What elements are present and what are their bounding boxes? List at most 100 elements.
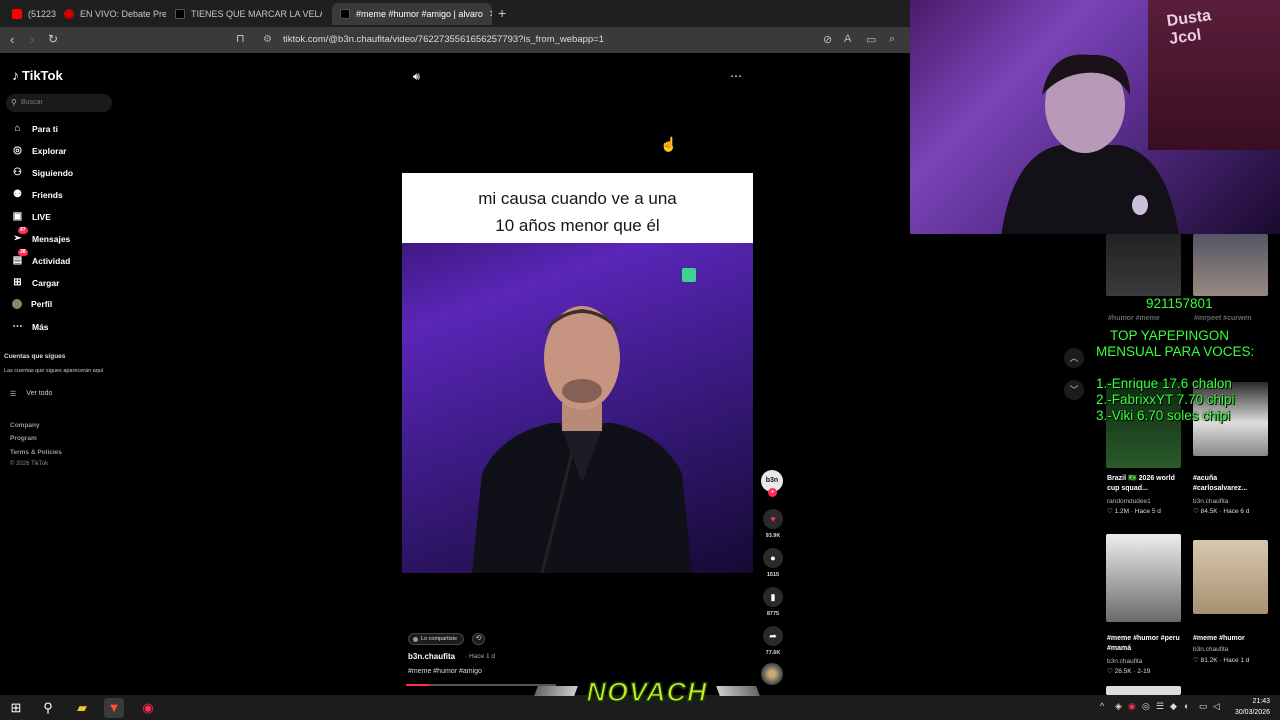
posted-time: · Hace 1 d [465,653,495,660]
nav-siguiendo[interactable]: ⚇ Siguiendo [12,167,73,178]
overlay-line: 3.-Viki 6.70 soles chipi [1096,408,1231,423]
nav-friends[interactable]: ⚉ Friends [12,189,63,200]
like-button[interactable]: ♥ 93.9K [762,509,784,539]
nav-actividad[interactable]: ▤ 38 Actividad [12,249,71,266]
author-username[interactable]: b3n.chaufita [408,652,455,661]
overlay-line [1096,360,1254,376]
related-title[interactable]: #humor #meme [1108,314,1188,324]
reload-icon[interactable]: ↻ [48,32,58,46]
volume-icon[interactable]: ◁ [1213,701,1220,712]
scroll-up-button[interactable]: ︿ [1064,348,1084,368]
translate-icon[interactable]: A [844,33,851,45]
url-field[interactable]: ⚙ tiktok.com/@b3n.chaufita/video/7622735… [255,30,905,50]
more-options-icon[interactable]: ⋯ [730,69,743,83]
obs-icon[interactable]: ◉ [138,698,158,718]
video-progress-bar[interactable] [406,684,556,686]
tray-app-icon[interactable]: ☰ [1156,701,1164,712]
nav-live[interactable]: ▣ LIVE [12,211,51,222]
nav-label: Más [32,321,49,332]
comment-icon: ● [763,548,783,568]
friends-icon: ⚉ [13,189,22,200]
nav-perfil[interactable]: Perfil [12,299,52,309]
follow-plus-icon[interactable]: + [768,488,777,497]
tray-app-icon[interactable]: ◆ [1170,701,1177,712]
close-icon[interactable]: ✕ [489,9,492,20]
mouse-cursor-icon: ☝ [660,136,678,152]
tab-tiktok-vela[interactable]: TIENES QUE MARCAR LA VELA CAR [167,3,322,25]
tray-app-icon[interactable]: ◎ [1142,701,1150,712]
related-thumb[interactable] [1106,534,1181,622]
repost-icon[interactable]: ⟲ [472,633,485,645]
overlay-line: 1.-Enrique 17.6 chalon [1096,376,1232,391]
share-button[interactable]: ➦ 77.6K [762,626,784,656]
zoom-icon[interactable]: ⌕ [889,33,895,46]
live-icon: ▣ [12,211,23,222]
file-explorer-icon[interactable]: ▰ [72,698,92,718]
tray-app-icon[interactable]: ◐ [1184,701,1189,711]
tab-debate[interactable]: EN VIVO: Debate Preside [56,3,166,25]
tab-label: #meme #humor #amigo | alvaro [356,9,483,19]
clock-date: 30/03/2026 [1234,709,1270,716]
footer-terms[interactable]: Terms & Policies [10,449,62,456]
comment-count: 1515 [766,572,780,578]
related-user[interactable]: b3n.chaufita [1107,658,1142,665]
youtube-icon [12,9,22,19]
nav-label: Para ti [32,123,58,134]
video-hashtags[interactable]: #meme #humor #amigo [408,668,482,675]
see-all-label: Ver todo [26,390,53,397]
footer-company[interactable]: Company [10,422,40,429]
site-info-icon[interactable]: ⚙ [263,30,272,50]
related-user[interactable]: b3n.chaufita [1193,498,1228,505]
comment-button[interactable]: ● 1515 [762,548,784,578]
nav-explorar[interactable]: ◎ Explorar [12,145,66,156]
music-disc-icon[interactable] [761,663,783,685]
nav-mensajes[interactable]: ➢ 97 Mensajes [12,227,70,244]
related-thumb[interactable] [1106,686,1181,695]
brave-browser-icon[interactable]: ▼ [104,698,124,718]
progress-fill [406,684,429,686]
related-thumb[interactable] [1193,540,1268,614]
nav-cargar[interactable]: ⊞ Cargar [12,277,59,288]
tiktok-logo[interactable]: ♪ TikTok [12,67,63,83]
following-icon: ⚇ [13,167,22,178]
shared-pill[interactable]: Lo compartiste [408,633,465,645]
tiktok-sidebar: ♪ TikTok ⚲ Buscar ⌂ Para ti ◎ Explorar ⚇ Si… [0,53,120,695]
nav-label: Actividad [32,255,71,266]
bookmark-icon[interactable]: ⊓ [236,32,245,45]
video-player[interactable]: mi causa cuando ve a una 10 años menor q… [402,173,753,573]
tray-chevron-icon[interactable]: ^ [1100,701,1104,711]
related-thumb[interactable] [1193,234,1268,296]
network-icon[interactable]: ▭ [1199,701,1208,712]
tray-app-icon[interactable]: ◈ [1115,701,1122,712]
windows-start-icon[interactable]: ⊞ [6,698,26,718]
reader-mode-icon[interactable]: ⊘ [823,33,832,46]
tab-youtube[interactable]: (51223) [4,3,56,25]
related-title[interactable]: #mrpeet #curwen [1194,314,1274,324]
search-input[interactable]: ⚲ Buscar [6,94,112,112]
related-thumb[interactable] [1106,234,1181,296]
related-user[interactable]: randomdudee1 [1107,498,1151,505]
footer-program[interactable]: Program [10,435,37,442]
nav-para-ti[interactable]: ⌂ Para ti [12,123,58,134]
nav-label: Siguiendo [32,167,74,178]
sound-icon[interactable]: 🔊︎ [413,71,420,84]
related-user[interactable]: b3n.chaufita [1193,646,1228,653]
related-title[interactable]: Brazil 🇧🇷 2026 world cup squad... [1107,474,1187,494]
overlay-line: TOP YAPEPINGON [1110,328,1230,343]
related-title[interactable]: #meme #humor [1193,634,1273,644]
save-button[interactable]: ▮ 8775 [762,587,784,617]
forward-icon[interactable]: › [30,32,34,47]
scroll-down-button[interactable]: ﹀ [1064,380,1084,400]
related-title[interactable]: #meme #humor #peru #mamá [1107,634,1187,654]
new-tab-button[interactable]: + [498,5,506,21]
nav-mas[interactable]: ⋯ Más [12,321,49,332]
tab-tiktok-meme[interactable]: #meme #humor #amigo | alvaro ✕ [332,3,492,25]
related-title[interactable]: #acuña #carlosalvarez... [1193,474,1273,494]
back-icon[interactable]: ‹ [10,32,14,47]
novach-logo: NOVACH [534,672,760,712]
see-all-button[interactable]: ☰ Ver todo [10,390,52,398]
system-clock[interactable]: 21:43 30/03/2026 [1235,696,1270,718]
tray-app-icon[interactable]: ◉ [1128,701,1136,712]
search-icon[interactable]: ⚲ [38,698,58,718]
sidebar-icon[interactable]: ▭ [866,33,876,46]
